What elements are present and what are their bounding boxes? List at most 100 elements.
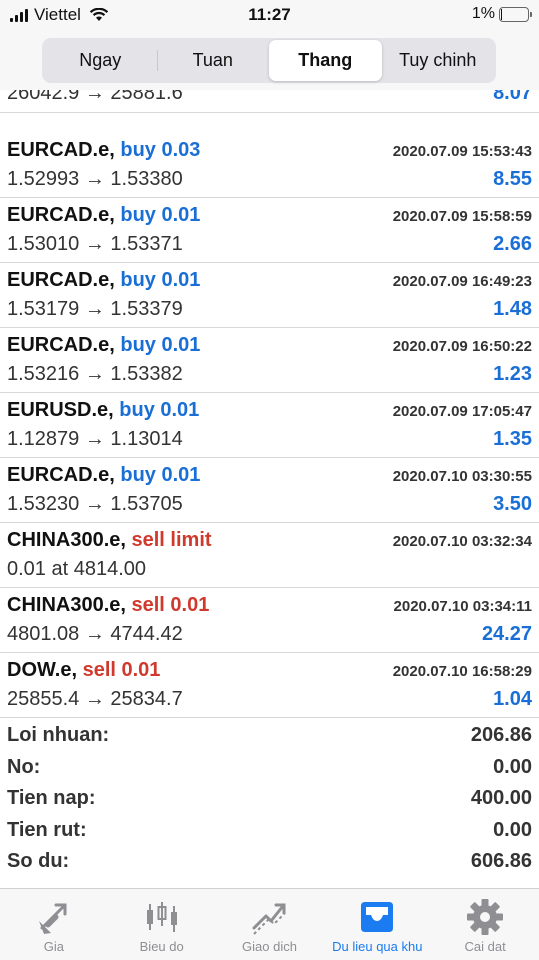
trade-title: EURCAD.e, buy 0.01: [7, 269, 200, 292]
summary-section: Loi nhuan: 206.86 No: 0.00 Tien nap: 400.00 Ti…: [0, 720, 539, 878]
summary-label: Loi nhuan:: [7, 724, 110, 746]
trade-direction: buy 0.01: [120, 204, 201, 226]
summary-row: Tien rut: 0.00: [0, 815, 539, 847]
trade-symbol: EURUSD.e,: [7, 399, 114, 421]
trade-prices: 0.01 at 4814.00: [7, 558, 147, 580]
tab-du-lieu-qua-khu[interactable]: Du lieu qua khu: [323, 889, 431, 960]
segment-thang[interactable]: Thang: [269, 40, 382, 81]
trade-symbol: EURCAD.e,: [7, 334, 115, 356]
trade-prices: 1.12879 → 1.13014: [7, 428, 183, 450]
trade-profit: 2.66: [493, 233, 532, 255]
trade-prices: 1.53216 → 1.53382: [7, 363, 183, 385]
trade-profit: 1.23: [493, 363, 532, 385]
candlestick-chart-icon: [146, 902, 177, 932]
trade-datetime: 2020.07.09 17:05:47: [392, 403, 532, 420]
trade-datetime: 2020.07.09 15:58:59: [392, 208, 532, 225]
trade-direction: buy 0.03: [120, 139, 201, 161]
tab-label: Giao dich: [242, 939, 297, 954]
clock: 11:27: [248, 5, 291, 24]
trade-datetime: 2020.07.09 16:50:22: [392, 338, 532, 355]
trade-symbol: EURCAD.e,: [7, 269, 115, 291]
trade-profit: 8.55: [493, 168, 532, 190]
trade-datetime: 2020.07.10 16:58:29: [392, 663, 532, 680]
trade-symbol: EURCAD.e,: [7, 464, 115, 486]
trade-datetime: 2020.07.10 03:30:55: [392, 468, 532, 485]
trade-profit: 24.27: [481, 623, 532, 645]
history-row[interactable]: CHINA300.e, sell 0.01 2020.07.10 03:34:11…: [0, 588, 539, 653]
summary-value: 400.00: [470, 787, 532, 809]
history-row-partial[interactable]: 26042.9 → 25881.6 8.07: [0, 90, 539, 113]
tab-label: Bieu do: [139, 939, 184, 954]
tab-cai-dat[interactable]: Cai dat: [431, 889, 539, 960]
summary-value: 0.00: [493, 755, 532, 778]
battery-icon: [499, 6, 532, 22]
history-row[interactable]: EURCAD.e, buy 0.03 2020.07.09 15:53:43 1.5…: [0, 133, 539, 198]
trade-direction: buy 0.01: [120, 269, 201, 291]
trade-direction: buy 0.01: [120, 464, 201, 486]
history-tray-icon: [361, 902, 394, 932]
history-row[interactable]: EURCAD.e, buy 0.01 2020.07.09 16:50:22 1.5…: [0, 328, 539, 393]
battery-group: 1%: [471, 5, 532, 23]
tab-giao-dich[interactable]: Giao dich: [216, 889, 324, 960]
history-list[interactable]: 26042.9 → 25881.6 8.07 EURCAD.e, buy 0.0…: [0, 90, 539, 888]
tab-gia[interactable]: Gia: [0, 889, 108, 960]
trade-symbol: DOW.e,: [7, 659, 78, 681]
history-row[interactable]: CHINA300.e, sell limit 2020.07.10 03:32:3…: [0, 523, 539, 588]
tab-label: Cai dat: [464, 939, 506, 954]
summary-row: No: 0.00: [0, 752, 539, 784]
trade-datetime: 2020.07.10 03:32:34: [392, 533, 532, 550]
trade-direction: sell 0.01: [131, 594, 210, 616]
segment-tuy-chinh[interactable]: Tuy chinh: [382, 40, 495, 81]
trade-title: CHINA300.e, sell 0.01: [7, 594, 209, 617]
trade-profit: 1.04: [493, 688, 532, 710]
summary-label: So du:: [7, 850, 70, 872]
tab-label: Gia: [43, 939, 65, 954]
trade-symbol: CHINA300.e,: [7, 529, 126, 551]
trade-chart-icon: [252, 903, 287, 935]
status-bar: Viettel 11:27 1%: [0, 0, 539, 30]
summary-row: Loi nhuan: 206.86: [0, 720, 539, 752]
trade-datetime: 2020.07.10 03:34:11: [393, 598, 532, 615]
trade-datetime: 2020.07.09 16:49:23: [392, 273, 532, 290]
history-row[interactable]: EURCAD.e, buy 0.01 2020.07.09 16:49:23 1.5…: [0, 263, 539, 328]
period-segmented-control: Ngay Tuan Thang Tuy chinh: [42, 38, 496, 83]
trade-title: EURUSD.e, buy 0.01: [7, 399, 199, 422]
trade-datetime: 2020.07.09 15:53:43: [392, 143, 532, 160]
trade-symbol: EURCAD.e,: [7, 139, 115, 161]
quotes-arrows-icon: [38, 903, 67, 934]
trade-direction: sell limit: [131, 529, 212, 551]
summary-label: Tien nap:: [7, 787, 96, 809]
segment-ngay[interactable]: Ngay: [44, 40, 157, 81]
history-row[interactable]: DOW.e, sell 0.01 2020.07.10 16:58:29 25855…: [0, 653, 539, 718]
history-row[interactable]: EURUSD.e, buy 0.01 2020.07.09 17:05:47 1.1…: [0, 393, 539, 458]
trade-prices: 26042.9 → 25881.6: [7, 90, 183, 104]
trade-profit: 1.48: [493, 298, 532, 320]
trade-prices: 1.53179 → 1.53379: [7, 298, 183, 320]
period-header: Ngay Tuan Thang Tuy chinh: [0, 30, 539, 90]
trade-prices: 1.53230 → 1.53705: [7, 493, 183, 515]
tab-bieu-do[interactable]: Bieu do: [108, 889, 216, 960]
summary-label: Tien rut:: [7, 818, 87, 841]
trade-prices: 4801.08 → 4744.42: [7, 623, 183, 645]
trade-title: DOW.e, sell 0.01: [7, 659, 160, 682]
history-row[interactable]: EURCAD.e, buy 0.01 2020.07.10 03:30:55 1.5…: [0, 458, 539, 523]
trade-prices: 1.52993 → 1.53380: [7, 168, 183, 190]
tab-label: Du lieu qua khu: [332, 939, 423, 954]
trade-symbol: CHINA300.e,: [7, 594, 126, 616]
segment-tuan[interactable]: Tuan: [156, 40, 270, 81]
summary-value: 206.86: [470, 724, 532, 746]
trade-symbol: EURCAD.e,: [7, 204, 115, 226]
trade-prices: 25855.4 → 25834.7: [7, 688, 183, 710]
summary-row: Tien nap: 400.00: [0, 783, 539, 815]
summary-value: 0.00: [493, 818, 532, 841]
battery-percent: 1%: [471, 5, 495, 22]
summary-label: No:: [7, 755, 41, 778]
summary-value: 606.86: [470, 850, 532, 872]
trade-direction: sell 0.01: [82, 659, 161, 681]
trade-title: EURCAD.e, buy 0.01: [7, 204, 200, 227]
tab-bar: Gia Bieu do Giao dich Du lieu qua khu Ca…: [0, 888, 539, 960]
summary-row: So du: 606.86: [0, 846, 539, 878]
trade-profit: 1.35: [493, 428, 532, 450]
history-row[interactable]: EURCAD.e, buy 0.01 2020.07.09 15:58:59 1.5…: [0, 198, 539, 263]
trade-prices: 1.53010 → 1.53371: [7, 233, 183, 255]
